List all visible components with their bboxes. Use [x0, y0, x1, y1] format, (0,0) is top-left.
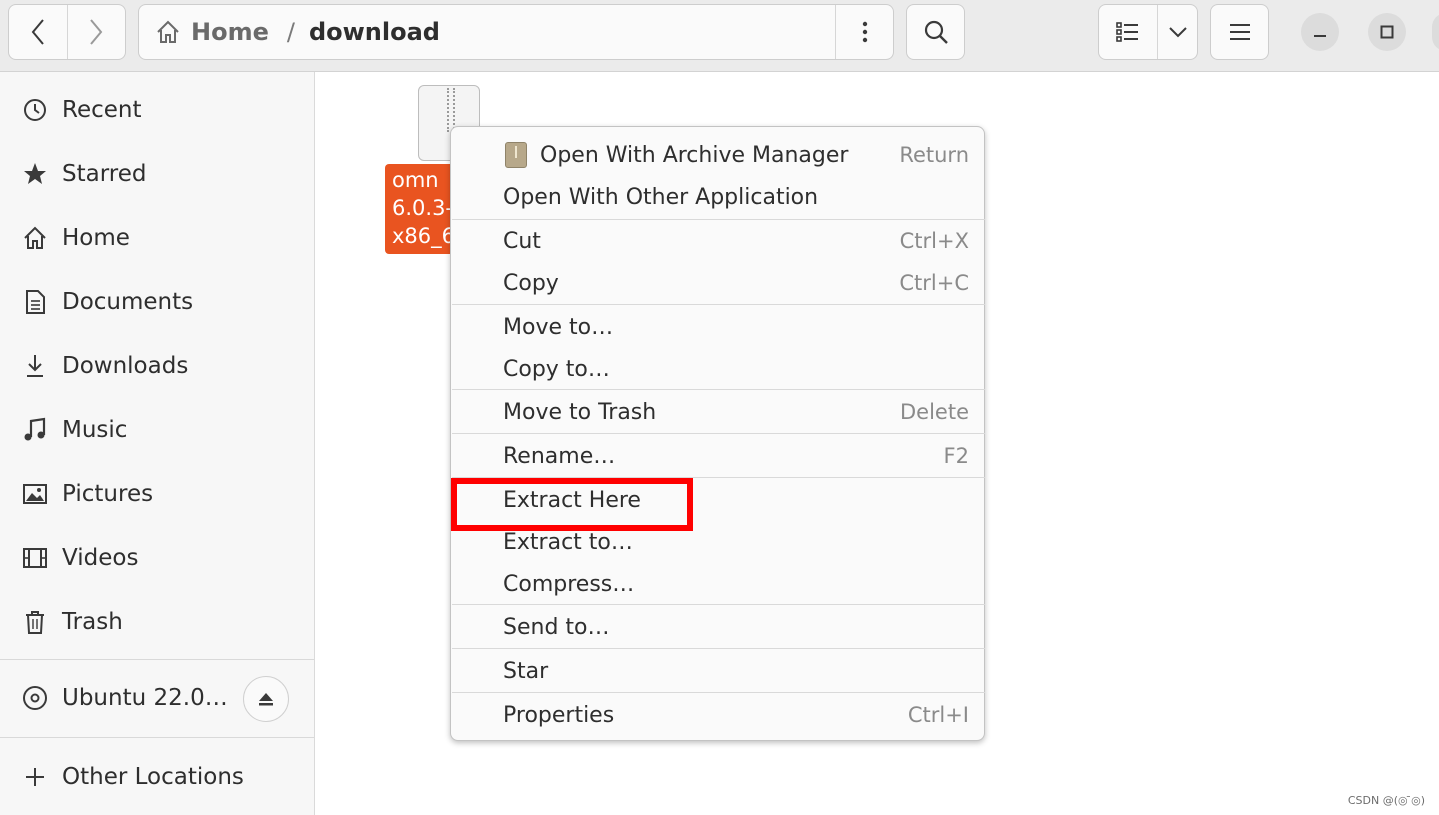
highlight-annotation-box [451, 478, 693, 531]
sidebar-item-label: Starred [62, 161, 147, 187]
path-home-button[interactable]: Home [139, 18, 269, 46]
chevron-right-icon [90, 19, 103, 45]
sidebar-item-downloads[interactable]: Downloads [0, 338, 314, 394]
view-toggle-group [1098, 4, 1198, 60]
menu-item-copy-to[interactable]: Copy to… [451, 349, 984, 389]
hamburger-icon [1229, 24, 1250, 40]
sidebar-item-starred[interactable]: Starred [0, 146, 314, 202]
menu-item-open-other-app[interactable]: Open With Other Application [451, 177, 984, 217]
menu-item-compress[interactable]: Compress… [451, 564, 984, 604]
view-options-dropdown[interactable] [1157, 5, 1197, 59]
minimize-icon [1314, 35, 1326, 37]
sidebar-item-label: Trash [62, 609, 123, 635]
sidebar-divider [0, 737, 314, 738]
context-menu: Open With Archive Manager Return Open Wi… [450, 126, 985, 741]
sidebar-item-recent[interactable]: Recent [0, 82, 314, 138]
menu-item-cut[interactable]: Cut Ctrl+X [451, 221, 984, 261]
search-button[interactable] [906, 4, 965, 60]
plus-icon [26, 768, 44, 786]
close-button-partial[interactable] [1432, 13, 1439, 51]
sidebar-item-label: Downloads [62, 353, 189, 379]
menu-item-move-to[interactable]: Move to… [451, 307, 984, 347]
menu-item-properties[interactable]: Properties Ctrl+I [451, 695, 984, 735]
sidebar-item-trash[interactable]: Trash [0, 594, 314, 650]
menu-item-open-archive-manager[interactable]: Open With Archive Manager Return [451, 135, 984, 175]
eject-button[interactable] [243, 676, 289, 722]
sidebar-item-documents[interactable]: Documents [0, 274, 314, 330]
sidebar-item-label: Music [62, 417, 128, 443]
sidebar-item-label: Recent [62, 97, 142, 123]
menu-separator [452, 648, 985, 649]
menu-item-rename[interactable]: Rename… F2 [451, 436, 984, 476]
sidebar-item-label: Other Locations [62, 764, 244, 790]
download-icon [27, 355, 43, 377]
menu-item-send-to[interactable]: Send to… [451, 607, 984, 647]
path-current-folder[interactable]: download [309, 18, 440, 46]
navigation-buttons [8, 4, 126, 60]
sidebar-divider [0, 659, 314, 660]
trash-icon [26, 611, 44, 634]
path-separator: / [286, 18, 295, 46]
picture-icon [23, 484, 47, 504]
menu-item-move-to-trash[interactable]: Move to Trash Delete [451, 392, 984, 432]
menu-separator [452, 604, 985, 605]
archive-manager-icon [505, 142, 527, 168]
menu-separator [452, 389, 985, 390]
chevron-left-icon [31, 19, 44, 45]
sidebar-item-music[interactable]: Music [0, 402, 314, 458]
back-button[interactable] [9, 5, 67, 59]
sidebar-item-home[interactable]: Home [0, 210, 314, 266]
music-note-icon [24, 417, 46, 441]
main-menu-button[interactable] [1210, 4, 1269, 60]
eject-icon [259, 693, 273, 706]
menu-separator [452, 692, 985, 693]
path-menu-button[interactable] [835, 5, 893, 59]
maximize-button[interactable] [1368, 13, 1406, 51]
path-home-label: Home [191, 18, 269, 46]
minimize-button[interactable] [1301, 13, 1339, 51]
sidebar-item-label: Documents [62, 289, 194, 315]
path-bar: Home / download [138, 4, 894, 60]
sidebar-item-label: Pictures [62, 481, 154, 507]
disc-icon [23, 686, 47, 710]
sidebar-item-pictures[interactable]: Pictures [0, 466, 314, 522]
menu-item-copy[interactable]: Copy Ctrl+C [451, 263, 984, 303]
forward-button[interactable] [66, 5, 126, 59]
document-icon [26, 290, 45, 314]
chevron-down-icon [1168, 27, 1187, 38]
home-icon [24, 226, 46, 249]
list-view-icon [1116, 22, 1138, 42]
watermark-text: CSDN @(◎ ̄◎) [1347, 794, 1425, 807]
sidebar-item-videos[interactable]: Videos [0, 530, 314, 586]
sidebar-item-other-locations[interactable]: Other Locations [0, 749, 314, 805]
film-icon [23, 548, 47, 568]
sidebar-item-label: Videos [62, 545, 139, 571]
sidebar-item-label: Home [62, 225, 130, 251]
home-icon [157, 20, 179, 43]
list-view-button[interactable] [1099, 5, 1157, 59]
clock-icon [24, 99, 46, 121]
maximize-icon [1380, 25, 1394, 39]
menu-item-star[interactable]: Star [451, 651, 984, 691]
sidebar-item-label: Ubuntu 22.0… [62, 685, 228, 711]
menu-separator [452, 433, 985, 434]
menu-separator [452, 304, 985, 305]
search-icon [924, 20, 948, 44]
header-bar: Home / download [0, 0, 1439, 72]
vertical-dots-icon [862, 21, 867, 43]
sidebar: Recent Starred Home Documents Downloads … [0, 72, 315, 815]
menu-separator [452, 219, 985, 220]
star-icon [24, 163, 46, 184]
